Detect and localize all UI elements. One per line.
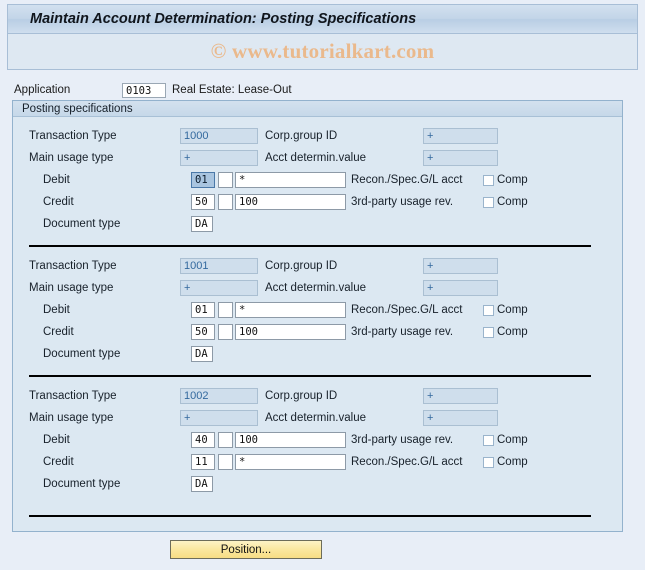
transaction-type-label: Transaction Type: [29, 390, 117, 402]
watermark-text: © www.tutorialkart.com: [210, 39, 435, 63]
debit-comp-checkbox[interactable]: Comp: [483, 171, 528, 189]
posting-spec-block: Transaction Type 1001 Corp.group ID + Main u…: [13, 257, 622, 387]
window-frame: Maintain Account Determination: Posting …: [7, 4, 638, 70]
main-usage-type-label: Main usage type: [29, 412, 114, 424]
acct-determin-value-label: Acct determin.value: [265, 152, 366, 164]
block-separator: [29, 375, 591, 377]
checkbox-label: Comp: [497, 456, 528, 468]
checkbox-label: Comp: [497, 326, 528, 338]
debit-posting-key-field[interactable]: 40: [191, 432, 215, 448]
debit-indicator-field[interactable]: [218, 172, 233, 188]
acct-determin-value-label: Acct determin.value: [265, 282, 366, 294]
watermark-band: © www.tutorialkart.com: [8, 34, 637, 69]
credit-indicator-field[interactable]: [218, 194, 233, 210]
credit-posting-key-field[interactable]: 11: [191, 454, 215, 470]
debit-posting-key-field[interactable]: 01: [191, 172, 215, 188]
debit-comp-checkbox[interactable]: Comp: [483, 431, 528, 449]
credit-description-label: 3rd-party usage rev.: [351, 326, 454, 338]
debit-account-field[interactable]: 100: [235, 432, 346, 448]
corp-group-id-field[interactable]: +: [423, 388, 498, 404]
transaction-type-field[interactable]: 1000: [180, 128, 258, 144]
window-title: Maintain Account Determination: Posting …: [30, 11, 417, 27]
transaction-type-label: Transaction Type: [29, 130, 117, 142]
credit-comp-checkbox[interactable]: Comp: [483, 193, 528, 211]
credit-posting-key-field[interactable]: 50: [191, 324, 215, 340]
application-label: Application: [14, 84, 71, 96]
main-usage-type-field[interactable]: +: [180, 150, 258, 166]
debit-account-field[interactable]: *: [235, 302, 346, 318]
position-button[interactable]: Position...: [170, 540, 322, 559]
transaction-type-label: Transaction Type: [29, 260, 117, 272]
panel-header-label: Posting specifications: [13, 101, 622, 117]
application-row: Application 0103 Real Estate: Lease-Out: [0, 80, 645, 100]
credit-comp-checkbox[interactable]: Comp: [483, 453, 528, 471]
corp-group-id-label: Corp.group ID: [265, 390, 338, 402]
document-type-label: Document type: [43, 348, 121, 360]
posting-spec-block: Transaction Type 1000 Corp.group ID + Main u…: [13, 127, 622, 257]
main-usage-type-field[interactable]: +: [180, 280, 258, 296]
credit-indicator-field[interactable]: [218, 324, 233, 340]
acct-determin-value-field[interactable]: +: [423, 150, 498, 166]
document-type-label: Document type: [43, 478, 121, 490]
application-field[interactable]: 0103: [122, 82, 166, 98]
document-type-field[interactable]: DA: [191, 476, 213, 492]
document-type-field[interactable]: DA: [191, 216, 213, 232]
acct-determin-value-label: Acct determin.value: [265, 412, 366, 424]
window-titlebar: Maintain Account Determination: Posting …: [8, 5, 637, 34]
credit-comp-checkbox[interactable]: Comp: [483, 323, 528, 341]
corp-group-id-label: Corp.group ID: [265, 260, 338, 272]
credit-label: Credit: [43, 456, 74, 468]
checkbox-label: Comp: [497, 174, 528, 186]
debit-posting-key-field[interactable]: 01: [191, 302, 215, 318]
checkbox-label: Comp: [497, 434, 528, 446]
checkbox-icon[interactable]: [483, 456, 494, 468]
application-description: Real Estate: Lease-Out: [172, 84, 292, 96]
block-separator: [29, 245, 591, 247]
checkbox-icon[interactable]: [483, 196, 494, 208]
document-type-field[interactable]: DA: [191, 346, 213, 362]
credit-account-field[interactable]: 100: [235, 324, 346, 340]
posting-specifications-panel: Posting specifications Transaction Type 1…: [12, 100, 623, 532]
checkbox-icon[interactable]: [483, 304, 494, 316]
corp-group-id-field[interactable]: +: [423, 128, 498, 144]
debit-label: Debit: [43, 304, 70, 316]
checkbox-icon[interactable]: [483, 326, 494, 338]
acct-determin-value-field[interactable]: +: [423, 280, 498, 296]
checkbox-icon[interactable]: [483, 434, 494, 446]
main-usage-type-field[interactable]: +: [180, 410, 258, 426]
debit-indicator-field[interactable]: [218, 302, 233, 318]
corp-group-id-field[interactable]: +: [423, 258, 498, 274]
credit-indicator-field[interactable]: [218, 454, 233, 470]
debit-comp-checkbox[interactable]: Comp: [483, 301, 528, 319]
credit-account-field[interactable]: *: [235, 454, 346, 470]
credit-account-field[interactable]: 100: [235, 194, 346, 210]
panel-body: Transaction Type 1000 Corp.group ID + Main u…: [13, 117, 622, 531]
debit-label: Debit: [43, 434, 70, 446]
posting-spec-block: Transaction Type 1002 Corp.group ID + Main u…: [13, 387, 622, 517]
credit-description-label: 3rd-party usage rev.: [351, 196, 454, 208]
main-usage-type-label: Main usage type: [29, 282, 114, 294]
checkbox-label: Comp: [497, 304, 528, 316]
transaction-type-field[interactable]: 1002: [180, 388, 258, 404]
credit-label: Credit: [43, 326, 74, 338]
credit-label: Credit: [43, 196, 74, 208]
debit-indicator-field[interactable]: [218, 432, 233, 448]
checkbox-icon[interactable]: [483, 174, 494, 186]
main-usage-type-label: Main usage type: [29, 152, 114, 164]
corp-group-id-label: Corp.group ID: [265, 130, 338, 142]
debit-description-label: Recon./Spec.G/L acct: [351, 174, 463, 186]
credit-posting-key-field[interactable]: 50: [191, 194, 215, 210]
debit-description-label: 3rd-party usage rev.: [351, 434, 454, 446]
debit-label: Debit: [43, 174, 70, 186]
credit-description-label: Recon./Spec.G/L acct: [351, 456, 463, 468]
document-type-label: Document type: [43, 218, 121, 230]
debit-description-label: Recon./Spec.G/L acct: [351, 304, 463, 316]
transaction-type-field[interactable]: 1001: [180, 258, 258, 274]
block-separator-bottom: [29, 515, 591, 517]
checkbox-label: Comp: [497, 196, 528, 208]
acct-determin-value-field[interactable]: +: [423, 410, 498, 426]
debit-account-field[interactable]: *: [235, 172, 346, 188]
